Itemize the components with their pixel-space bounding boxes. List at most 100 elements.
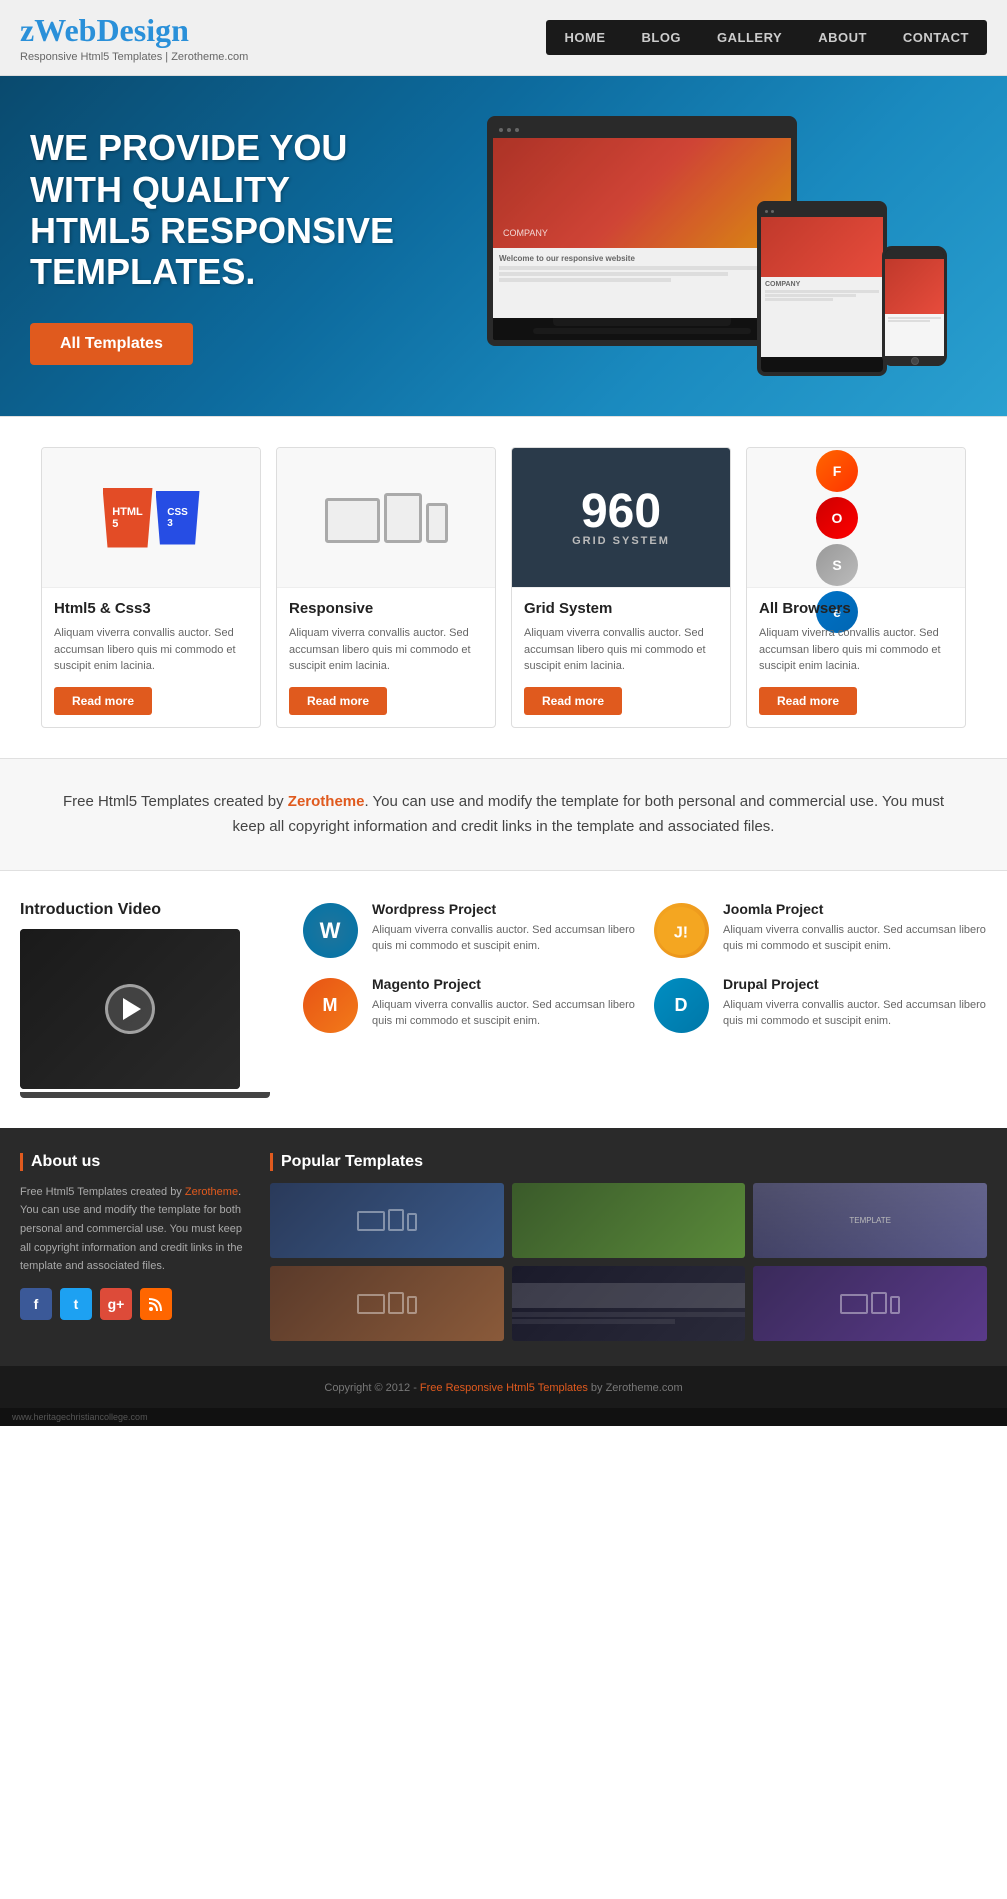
template-thumb-2[interactable] [512,1183,746,1258]
info-text: Free Html5 Templates created by Zerothem… [60,789,947,840]
nav-gallery[interactable]: GALLERY [699,20,800,55]
features-section: HTML5 CSS3 Html5 & Css3 Aliquam viverra … [0,416,1007,758]
project-title-wordpress: Wordpress Project [372,901,636,917]
monitor: COMPANY Welcome to our responsive websit… [487,116,797,346]
main-nav: HOME BLOG GALLERY ABOUT CONTACT [546,20,987,55]
zerotheme-link[interactable]: Zerotheme [288,793,365,810]
responsive-tablet-icon [384,493,422,543]
read-more-html5[interactable]: Read more [54,687,152,715]
feature-card-grid: 960 GRID SYSTEM Grid System Aliquam vive… [511,447,731,728]
template-thumb-3[interactable]: TEMPLATE [753,1183,987,1258]
hero-title: WE PROVIDE YOU WITH QUALITY HTML5 RESPON… [30,127,410,293]
footer-zerotheme-link[interactable]: Zerotheme [185,1186,238,1198]
project-magento: M Magento Project Aliquam viverra conval… [300,976,636,1036]
feature-card-html5: HTML5 CSS3 Html5 & Css3 Aliquam viverra … [41,447,261,728]
feature-body-html5: Html5 & Css3 Aliquam viverra convallis a… [42,588,260,727]
footer-about: About us Free Html5 Templates created by… [20,1153,250,1341]
logo-rest: WebDesign [34,12,189,48]
template-thumb-5[interactable] [512,1266,746,1341]
feature-card-browsers: C F O S e All Browsers Aliquam viverra c… [746,447,966,728]
twitter-icon[interactable]: t [60,1288,92,1320]
hero-section: WE PROVIDE YOU WITH QUALITY HTML5 RESPON… [0,76,1007,416]
video-progress-bar [20,1092,270,1098]
feature-img-grid: 960 GRID SYSTEM [512,448,730,588]
project-desc-magento: Aliquam viverra convallis auctor. Sed ac… [372,997,636,1030]
project-desc-joomla: Aliquam viverra convallis auctor. Sed ac… [723,922,987,955]
googleplus-icon[interactable]: g+ [100,1288,132,1320]
nav-home[interactable]: HOME [546,20,623,55]
responsive-monitor-icon [325,498,380,543]
svg-text:J!: J! [674,924,688,941]
phone [882,246,947,366]
feature-img-responsive [277,448,495,588]
feature-body-responsive: Responsive Aliquam viverra convallis auc… [277,588,495,727]
grid-960-icon: 960 GRID SYSTEM [572,488,670,547]
feature-desc-html5: Aliquam viverra convallis auctor. Sed ac… [54,625,248,675]
social-icons: f t g+ [20,1288,250,1320]
logo[interactable]: zWebDesign [20,12,248,49]
template-thumb-1[interactable] [270,1183,504,1258]
nav-blog[interactable]: BLOG [623,20,699,55]
projects-section: W Wordpress Project Aliquam viverra conv… [300,901,987,1098]
project-title-joomla: Joomla Project [723,901,987,917]
footer: About us Free Html5 Templates created by… [0,1128,1007,1366]
logo-subtitle: Responsive Html5 Templates | Zerotheme.c… [20,51,248,63]
project-drupal: D Drupal Project Aliquam viverra convall… [651,976,987,1036]
feature-body-grid: Grid System Aliquam viverra convallis au… [512,588,730,727]
hero-left: WE PROVIDE YOU WITH QUALITY HTML5 RESPON… [30,127,410,365]
feature-title-responsive: Responsive [289,600,483,617]
all-templates-button[interactable]: All Templates [30,323,193,365]
feature-card-responsive: Responsive Aliquam viverra convallis auc… [276,447,496,728]
footer-templates: Popular Templates TEMPLATE [270,1153,987,1341]
template-thumb-6[interactable] [753,1266,987,1341]
facebook-icon[interactable]: f [20,1288,52,1320]
footer-templates-title: Popular Templates [270,1153,987,1171]
project-joomla: J! Joomla Project Aliquam viverra conval… [651,901,987,961]
feature-title-html5: Html5 & Css3 [54,600,248,617]
feature-desc-browsers: Aliquam viverra convallis auctor. Sed ac… [759,625,953,675]
site-url: www.heritagechristiancollege.com [0,1408,1007,1426]
html5-badge: HTML5 [103,488,153,548]
read-more-grid[interactable]: Read more [524,687,622,715]
feature-title-grid: Grid System [524,600,718,617]
feature-desc-responsive: Aliquam viverra convallis auctor. Sed ac… [289,625,483,675]
video-section: Introduction Video [20,901,270,1098]
project-title-drupal: Drupal Project [723,976,987,992]
video-player[interactable] [20,929,240,1089]
feature-img-browsers: C F O S e [747,448,965,588]
css3-badge: CSS3 [156,491,200,545]
magento-icon: M [300,976,360,1036]
nav-about[interactable]: ABOUT [800,20,885,55]
template-grid: TEMPLATE [270,1183,987,1341]
video-title: Introduction Video [20,901,270,919]
hero-right: COMPANY Welcome to our responsive websit… [477,116,977,376]
rss-icon[interactable] [140,1288,172,1320]
wordpress-icon: W [300,901,360,961]
nav-contact[interactable]: CONTACT [885,20,987,55]
info-banner: Free Html5 Templates created by Zerothem… [0,758,1007,871]
logo-area: zWebDesign Responsive Html5 Templates | … [20,12,248,63]
read-more-browsers[interactable]: Read more [759,687,857,715]
project-desc-wordpress: Aliquam viverra convallis auctor. Sed ac… [372,922,636,955]
footer-about-title: About us [20,1153,250,1171]
header: zWebDesign Responsive Html5 Templates | … [0,0,1007,76]
project-desc-drupal: Aliquam viverra convallis auctor. Sed ac… [723,997,987,1030]
copyright-link[interactable]: Free Responsive Html5 Templates [420,1382,588,1394]
template-thumb-4[interactable] [270,1266,504,1341]
project-wordpress: W Wordpress Project Aliquam viverra conv… [300,901,636,961]
copyright-text: Copyright © 2012 - Free Responsive Html5… [324,1382,682,1394]
bottom-bar: Copyright © 2012 - Free Responsive Html5… [0,1366,1007,1408]
project-info-drupal: Drupal Project Aliquam viverra convallis… [723,976,987,1030]
video-projects-section: Introduction Video W Wordpress Project A… [0,871,1007,1128]
tablet: COMPANY [757,201,887,376]
read-more-responsive[interactable]: Read more [289,687,387,715]
drupal-icon: D [651,976,711,1036]
responsive-phone-icon [426,503,448,543]
project-info-magento: Magento Project Aliquam viverra convalli… [372,976,636,1030]
project-info-wordpress: Wordpress Project Aliquam viverra conval… [372,901,636,955]
play-button[interactable] [105,984,155,1034]
feature-img-html5: HTML5 CSS3 [42,448,260,588]
joomla-icon: J! [651,901,711,961]
logo-z: z [20,12,34,48]
feature-desc-grid: Aliquam viverra convallis auctor. Sed ac… [524,625,718,675]
